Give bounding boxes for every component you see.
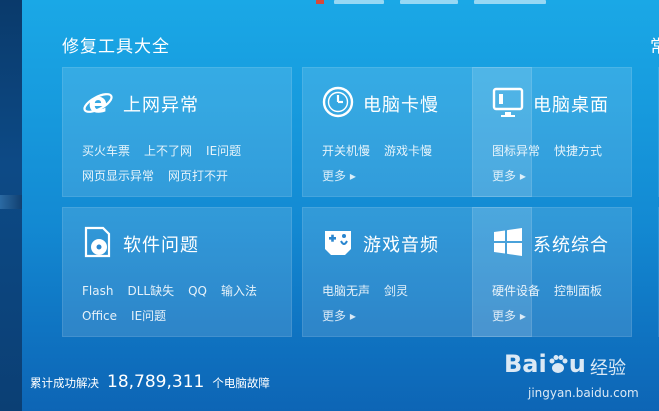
link-control-panel[interactable]: 控制面板	[554, 284, 602, 298]
card-links: 图标异常 快捷方式 更多 ▸	[492, 139, 632, 189]
footer-suffix: 个电脑故障	[212, 376, 270, 390]
link-game-lag[interactable]: 游戏卡慢	[384, 144, 432, 158]
link-page-wont-open[interactable]: 网页打不开	[168, 169, 228, 183]
link-input-method[interactable]: 输入法	[221, 284, 257, 298]
paw-icon	[549, 355, 568, 373]
more-link[interactable]: 更多 ▸	[492, 309, 526, 323]
link-hardware[interactable]: 硬件设备	[492, 284, 540, 298]
svg-text:e: e	[89, 86, 108, 119]
card-software-issue[interactable]: 软件问题 Flash DLL缺失 QQ 输入法 Office IE问题	[62, 207, 292, 337]
card-links: 买火车票 上不了网 IE问题 网页显示异常 网页打不开	[82, 139, 282, 189]
top-link[interactable]	[474, 0, 546, 4]
desktop-taskbar-highlight	[0, 195, 22, 209]
link-ie-issue[interactable]: IE问题	[206, 144, 241, 158]
footer-count: 18,789,311	[107, 372, 205, 392]
link-boot-slow[interactable]: 开关机慢	[322, 144, 370, 158]
disc-icon	[81, 225, 115, 259]
card-title: 系统综合	[533, 235, 609, 256]
link-office[interactable]: Office	[82, 309, 117, 323]
baidu-watermark: Bai u 经验 jingyan.baidu.com	[504, 348, 654, 408]
card-title: 上网异常	[123, 95, 199, 116]
more-link[interactable]: 更多 ▸	[322, 309, 356, 323]
top-link[interactable]	[400, 0, 458, 4]
more-link[interactable]: 更多 ▸	[492, 169, 526, 183]
desktop-background	[0, 0, 22, 411]
top-bar-cropped	[22, 0, 659, 10]
card-title: 游戏音频	[363, 235, 439, 256]
link-icon-issue[interactable]: 图标异常	[492, 144, 540, 158]
link-no-sound[interactable]: 电脑无声	[322, 284, 370, 298]
more-link[interactable]: 更多 ▸	[322, 169, 356, 183]
ie-icon: e	[81, 85, 115, 119]
link-shortcut[interactable]: 快捷方式	[554, 144, 602, 158]
link-qq[interactable]: QQ	[188, 284, 207, 298]
card-title: 软件问题	[123, 235, 199, 256]
link-no-internet[interactable]: 上不了网	[144, 144, 192, 158]
section-title: 修复工具大全	[62, 37, 170, 57]
link-blade-soul[interactable]: 剑灵	[384, 284, 408, 298]
watermark-url: jingyan.baidu.com	[528, 386, 639, 400]
card-links: Flash DLL缺失 QQ 输入法 Office IE问题	[82, 279, 282, 329]
link-dll-missing[interactable]: DLL缺失	[127, 284, 174, 298]
card-desktop[interactable]: 电脑桌面 图标异常 快捷方式 更多 ▸	[472, 67, 632, 197]
repair-tools-window: 修复工具大全 常 e 上网异常 买火车票 上不了网 IE问题 网页显示异常 网页打不开…	[22, 0, 659, 411]
card-title: 电脑卡慢	[363, 95, 439, 116]
monitor-icon	[491, 85, 525, 119]
link-train-ticket[interactable]: 买火车票	[82, 144, 130, 158]
link-page-display[interactable]: 网页显示异常	[82, 169, 154, 183]
top-link[interactable]	[334, 0, 384, 4]
clock-icon	[321, 85, 355, 119]
gamepad-icon	[321, 225, 355, 259]
card-links: 硬件设备 控制面板 更多 ▸	[492, 279, 632, 329]
card-system-general[interactable]: 系统综合 硬件设备 控制面板 更多 ▸	[472, 207, 632, 337]
baidu-logo: Bai u	[504, 350, 586, 378]
shield-icon	[316, 0, 324, 4]
card-title: 电脑桌面	[533, 95, 609, 116]
jingyan-text: 经验	[590, 358, 626, 379]
link-ie-issue[interactable]: IE问题	[131, 309, 166, 323]
footer-label: 累计成功解决	[30, 376, 99, 390]
windows-icon	[491, 225, 525, 259]
footer-stats: 累计成功解决 18,789,311 个电脑故障	[30, 372, 270, 392]
link-flash[interactable]: Flash	[82, 284, 113, 298]
card-internet-issue[interactable]: e 上网异常 买火车票 上不了网 IE问题 网页显示异常 网页打不开	[62, 67, 292, 197]
section-title-partial: 常	[650, 37, 659, 57]
